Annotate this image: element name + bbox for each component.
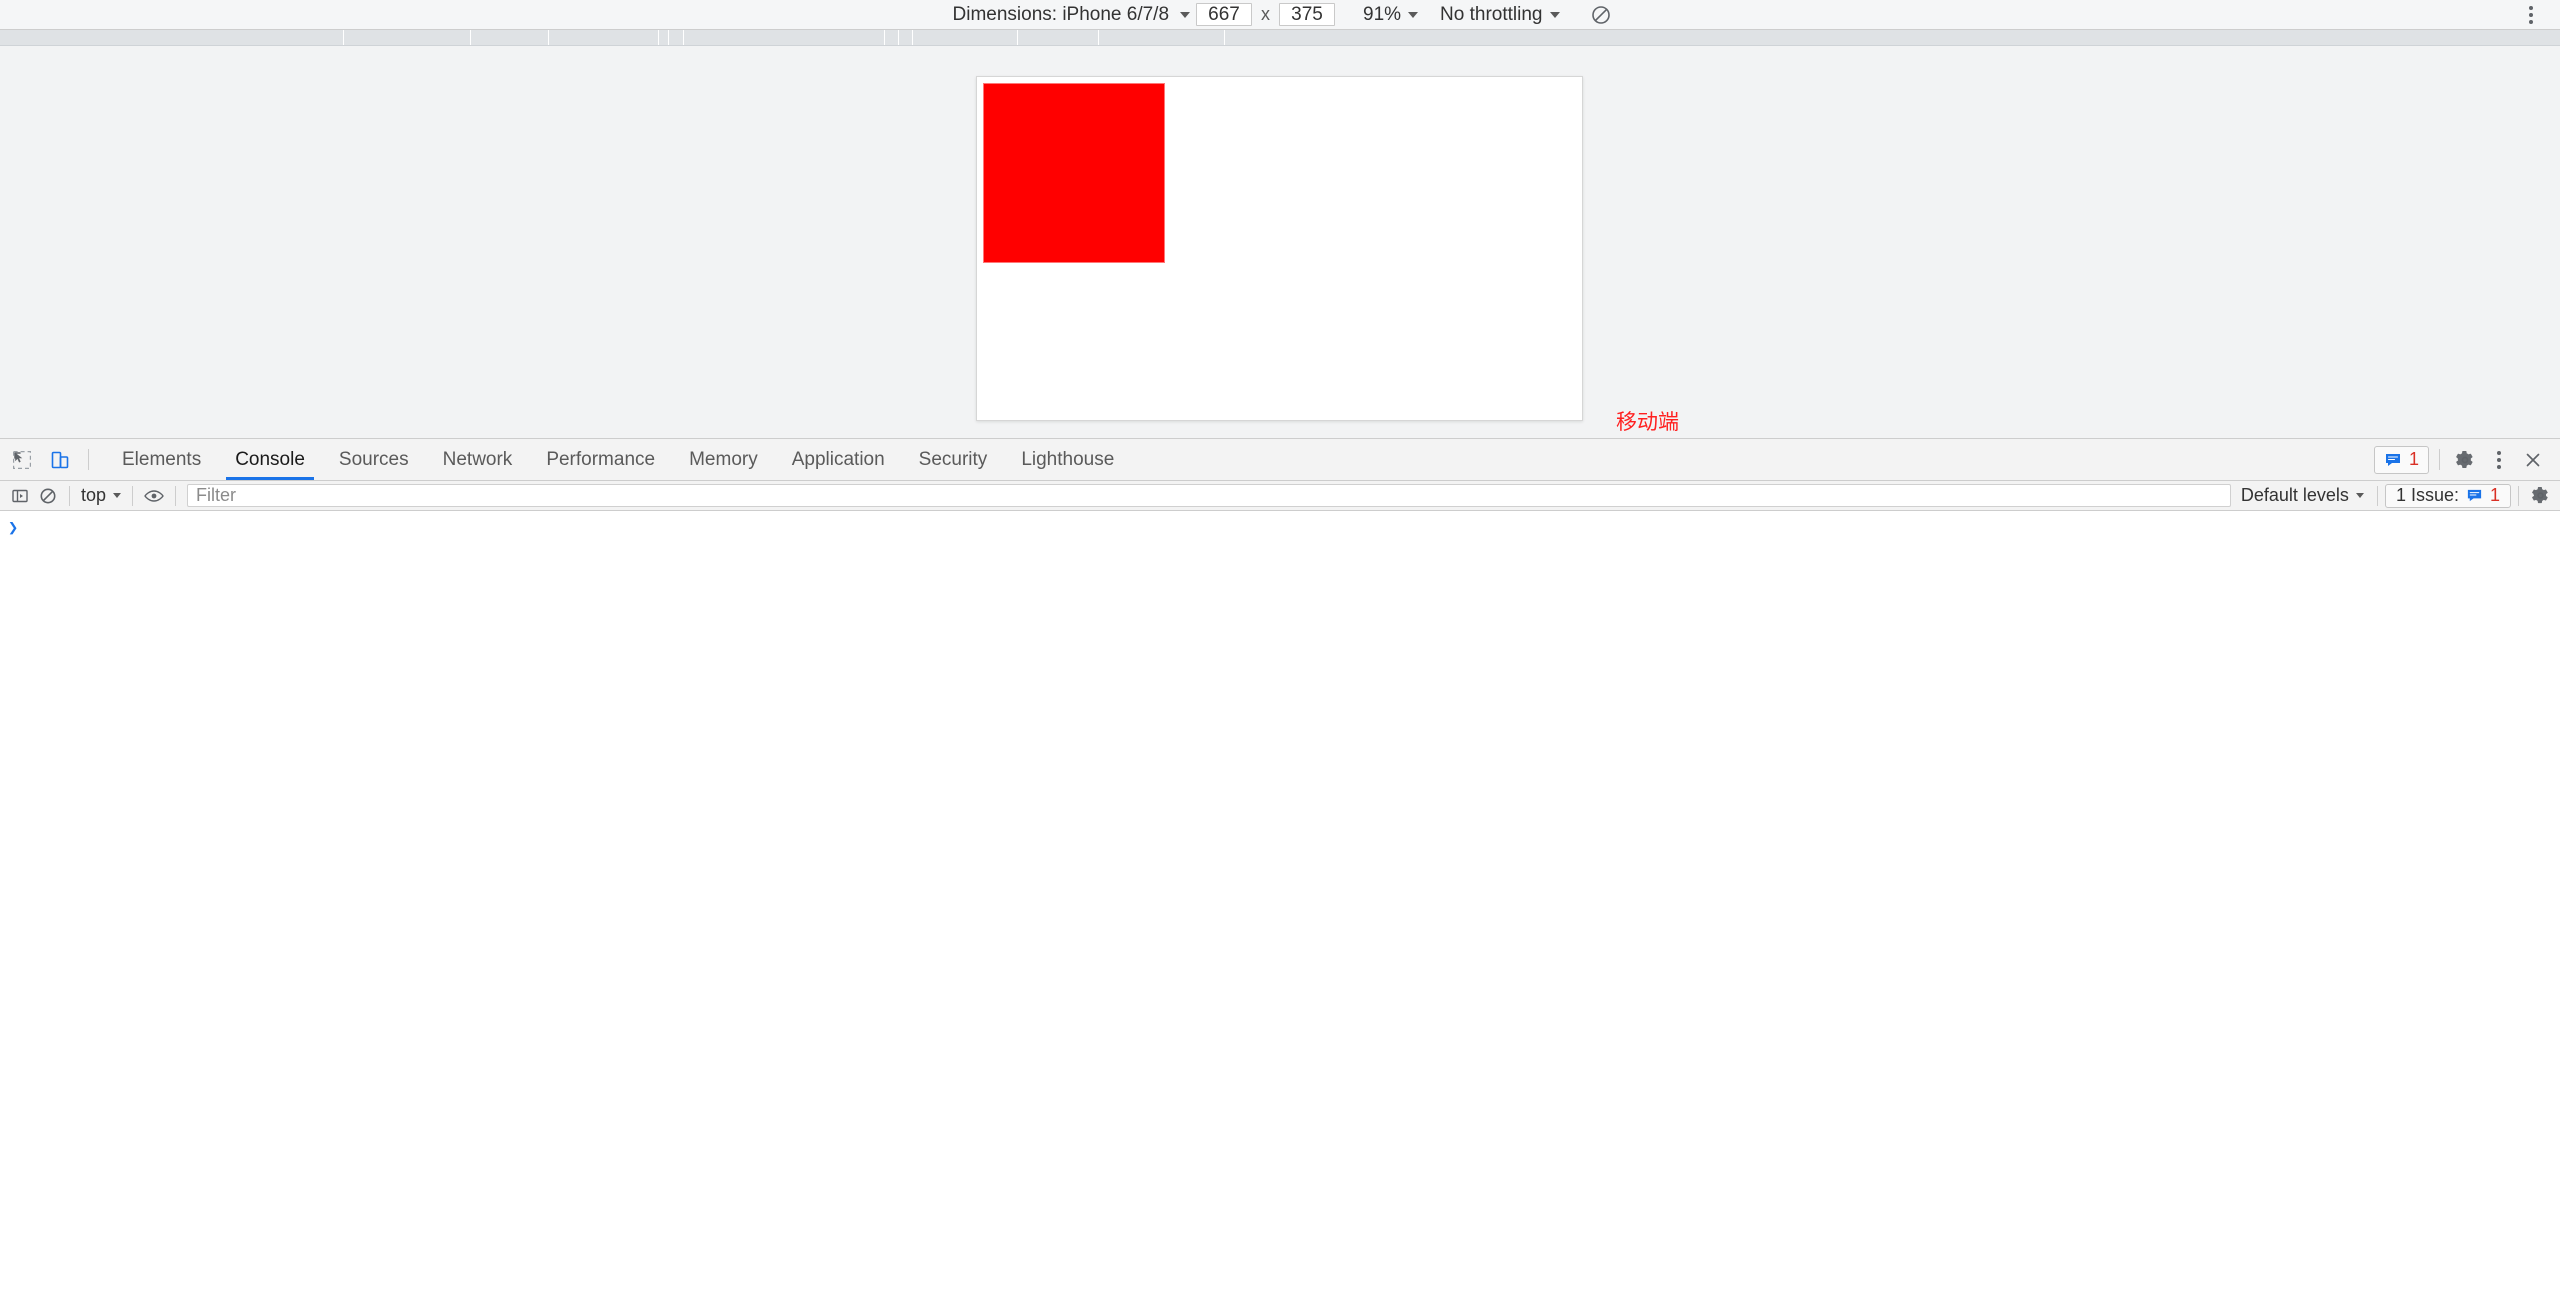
issues-count: 1 [2408, 449, 2419, 469]
toggle-device-toolbar-icon[interactable] [46, 446, 74, 474]
devtools-window: Dimensions: iPhone 6/7/8 x 91% No thrott… [0, 0, 2560, 1296]
ruler-tick [1224, 30, 1225, 45]
ruler-tick [668, 30, 669, 45]
tab-network[interactable]: Network [426, 439, 530, 480]
dimension-separator: x [1261, 4, 1271, 24]
device-toolbar: Dimensions: iPhone 6/7/8 x 91% No thrott… [0, 0, 2560, 30]
tab-label: Elements [122, 448, 202, 470]
throttling-dropdown[interactable]: No throttling [1434, 3, 1565, 27]
toolbar-divider [2376, 485, 2378, 506]
chevron-down-icon [1408, 11, 1419, 18]
console-context-label: top [81, 485, 107, 505]
device-toolbar-more-icon[interactable] [2518, 2, 2544, 28]
console-prompt-row[interactable]: ❯ [0, 511, 2560, 541]
console-prompt-input[interactable] [26, 519, 2560, 541]
toolbar-divider [88, 449, 89, 470]
tab-application[interactable]: Application [775, 439, 902, 480]
viewport-width-input[interactable] [1196, 3, 1253, 26]
console-sidebar-icon[interactable] [6, 484, 34, 508]
ruler-tick [1098, 30, 1099, 45]
devtools-more-icon[interactable] [2484, 445, 2514, 475]
tab-memory[interactable]: Memory [672, 439, 775, 480]
zoom-level-label: 91% [1363, 3, 1402, 25]
ruler-tick [898, 30, 899, 45]
page-stage: 移动端 [0, 46, 2560, 438]
tab-security[interactable]: Security [902, 439, 1005, 480]
ruler-tick [1017, 30, 1018, 45]
chevron-down-icon [1549, 11, 1560, 18]
console-log-levels-label: Default levels [2240, 485, 2349, 505]
toolbar-divider [132, 485, 134, 506]
tab-performance[interactable]: Performance [529, 439, 672, 480]
chevron-down-icon [2355, 493, 2364, 498]
tab-label: Sources [338, 448, 409, 470]
tab-label: Network [442, 448, 513, 470]
ruler-tick [658, 30, 659, 45]
issue-message-icon [2385, 453, 2400, 466]
device-viewport[interactable] [976, 76, 1583, 421]
mobile-annotation-text: 移动端 [1616, 410, 1679, 434]
console-filter-input[interactable] [187, 484, 2231, 507]
red-square-element [983, 83, 1165, 263]
ruler-tick [343, 30, 344, 45]
tab-lighthouse[interactable]: Lighthouse [1004, 439, 1131, 480]
toolbar-divider [69, 485, 70, 506]
tab-label: Console [235, 448, 305, 470]
console-context-dropdown[interactable]: top [77, 484, 125, 508]
issue-message-icon [2467, 489, 2482, 502]
ruler-tick [548, 30, 549, 45]
console-issues-count: 1 [2489, 485, 2500, 505]
inspect-element-icon[interactable] [8, 446, 36, 474]
ruler-tick [912, 30, 913, 45]
devtools-tabs: Elements Console Sources Network Performance… [105, 439, 1131, 480]
device-dimensions-dropdown[interactable]: Dimensions: iPhone 6/7/8 [947, 3, 1197, 27]
console-toolbar: top Default levels 1 Issue: [0, 481, 2560, 511]
devtools-left-icons [0, 439, 82, 480]
tab-console[interactable]: Console [218, 439, 322, 480]
ruler-tick [683, 30, 684, 45]
console-settings-gear-icon[interactable] [2526, 484, 2554, 508]
devtools-panel: Elements Console Sources Network Performance… [0, 438, 2560, 1296]
tab-label: Performance [546, 448, 656, 470]
console-message-area[interactable]: ❯ [0, 511, 2560, 1296]
device-toolbar-controls: Dimensions: iPhone 6/7/8 x 91% No thrott… [947, 2, 1614, 28]
console-issues-label: 1 Issue: [2395, 485, 2459, 505]
tab-sources[interactable]: Sources [322, 439, 426, 480]
clear-console-icon[interactable] [34, 484, 62, 508]
console-issues-button[interactable]: 1 Issue: 1 [2384, 483, 2511, 508]
tab-label: Memory [689, 448, 758, 470]
toolbar-divider [2439, 449, 2440, 470]
console-log-levels-dropdown[interactable]: Default levels [2235, 484, 2370, 508]
tab-elements[interactable]: Elements [105, 439, 218, 480]
toolbar-divider [2518, 485, 2519, 506]
console-prompt-chevron-icon: ❯ [8, 518, 19, 538]
devtools-right-controls: 1 [2373, 439, 2560, 480]
chevron-down-icon [113, 493, 122, 498]
tab-label: Lighthouse [1021, 448, 1115, 470]
zoom-dropdown[interactable]: 91% [1357, 3, 1424, 27]
rotate-icon[interactable] [1588, 2, 1614, 28]
live-expression-eye-icon[interactable] [140, 484, 168, 508]
ruler-tick [884, 30, 885, 45]
tab-label: Security [918, 448, 988, 470]
devtools-tabstrip: Elements Console Sources Network Performance… [0, 439, 2560, 481]
close-icon[interactable] [2518, 445, 2548, 475]
toolbar-divider [175, 485, 177, 506]
gear-icon[interactable] [2450, 445, 2480, 475]
ruler-tick [470, 30, 471, 45]
viewport-height-input[interactable] [1279, 3, 1336, 26]
chevron-down-icon [1180, 11, 1191, 18]
viewport-ruler [0, 30, 2560, 46]
tab-label: Application [791, 448, 885, 470]
device-dimensions-label: Dimensions: iPhone 6/7/8 [952, 3, 1170, 25]
throttling-label: No throttling [1440, 3, 1543, 25]
issues-badge-button[interactable]: 1 [2373, 445, 2429, 474]
